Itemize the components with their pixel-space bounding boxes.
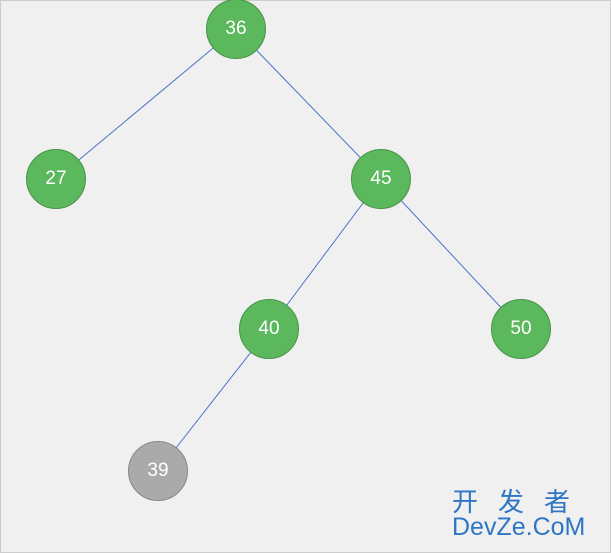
tree-edges [1,1,611,553]
tree-node-27: 27 [26,149,86,209]
tree-node-40: 40 [239,299,299,359]
node-value: 40 [258,318,279,340]
node-value: 36 [225,18,246,40]
node-value: 50 [510,318,531,340]
node-value: 27 [45,168,66,190]
edge [56,29,236,179]
tree-node-50: 50 [491,299,551,359]
tree-node-36: 36 [206,0,266,59]
watermark-cn: 开发者 [452,489,590,515]
watermark-en: DevZe.CoM [452,515,590,540]
node-value: 39 [147,460,168,482]
tree-node-39: 39 [128,441,188,501]
tree-node-45: 45 [351,149,411,209]
node-value: 45 [370,168,391,190]
watermark: 开发者 DevZe.CoM [452,489,590,540]
tree-diagram: 36 27 45 40 50 39 开发者 DevZe.CoM [0,0,611,553]
